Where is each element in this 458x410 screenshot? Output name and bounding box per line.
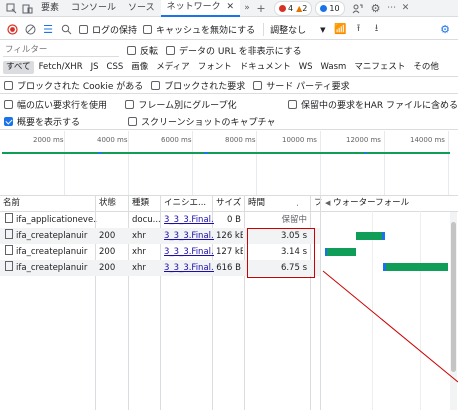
annotation-arrow-line	[322, 270, 458, 383]
